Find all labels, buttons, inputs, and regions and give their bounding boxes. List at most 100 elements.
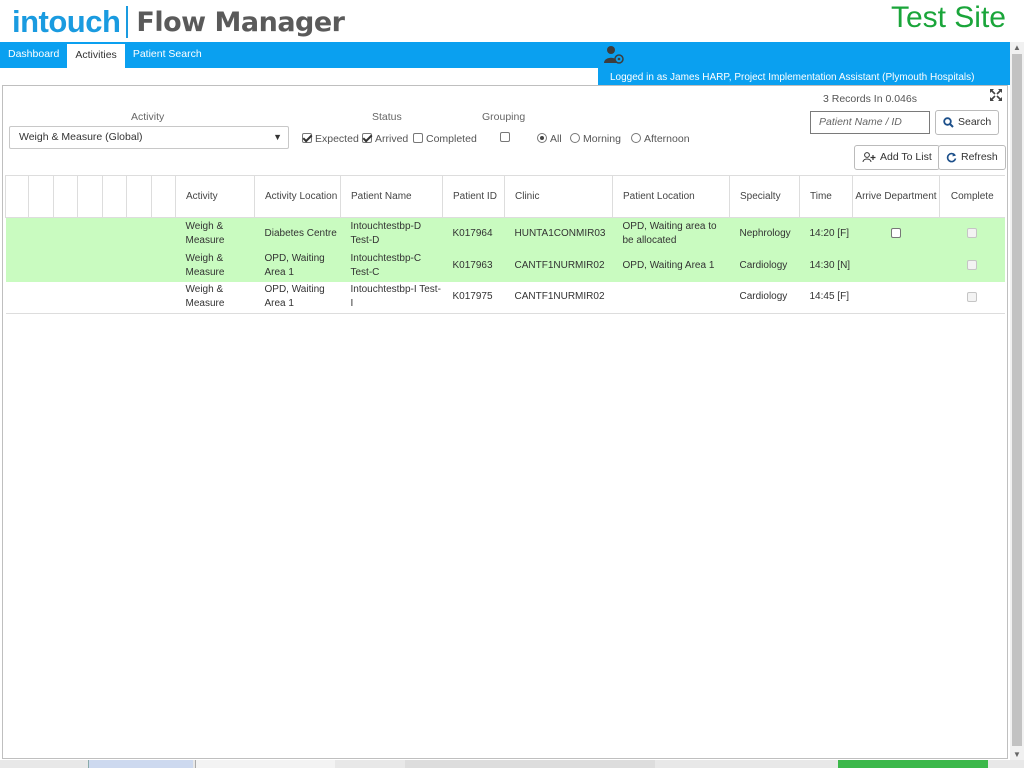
cell-patient-location: OPD, Waiting area to be allocated <box>612 217 730 250</box>
cell-arrive <box>852 281 940 314</box>
activity-label: Activity <box>131 111 165 123</box>
table-row[interactable]: Weigh & Measure OPD, Waiting Area 1 Into… <box>5 281 1005 314</box>
col-clinic[interactable]: Clinic <box>504 175 613 218</box>
col-patient-name[interactable]: Patient Name <box>340 175 443 218</box>
row-selector-cells <box>5 281 176 314</box>
status-label: Status <box>372 111 402 123</box>
patient-search-input[interactable]: Patient Name / ID <box>810 111 930 134</box>
search-icon <box>943 117 954 128</box>
complete-checkbox[interactable] <box>967 291 977 302</box>
status-completed-checkbox[interactable] <box>413 133 423 143</box>
selector-column <box>126 175 152 218</box>
cell-arrive <box>852 217 940 250</box>
activity-select[interactable]: Weigh & Measure (Global) ▼ <box>9 126 289 149</box>
status-expected-checkbox[interactable] <box>302 133 312 143</box>
complete-checkbox[interactable] <box>967 259 977 270</box>
cell-specialty: Cardiology <box>729 249 800 282</box>
grouping-all-radio[interactable] <box>537 133 547 143</box>
table-row[interactable]: Weigh & Measure Diabetes Centre Intoucht… <box>5 217 1005 250</box>
activities-panel: 3 Records In 0.046s Activity Weigh & Mea… <box>2 85 1008 759</box>
nav-tabs: Dashboard Activities Patient Search <box>0 42 210 68</box>
app-header: intouch Flow Manager Test Site <box>0 0 1010 42</box>
cell-complete <box>939 249 1005 282</box>
cell-patient-location <box>612 281 730 314</box>
scroll-up-arrow-icon[interactable]: ▲ <box>1013 43 1021 52</box>
logged-in-text: Logged in as James HARP, Project Impleme… <box>598 68 1010 85</box>
selector-column <box>102 175 127 218</box>
cell-clinic: CANTF1NURMIR02 <box>504 249 613 282</box>
user-settings-icon[interactable] <box>603 45 625 65</box>
cell-time: 14:30 [N] <box>799 249 853 282</box>
table-row[interactable]: Weigh & Measure OPD, Waiting Area 1 Into… <box>5 249 1005 282</box>
status-completed-label: Completed <box>426 133 477 145</box>
add-to-list-button[interactable]: Add To List <box>854 145 940 170</box>
cell-activity: Weigh & Measure <box>175 281 255 314</box>
cell-clinic: HUNTA1CONMIR03 <box>504 217 613 250</box>
chevron-down-icon: ▼ <box>273 132 282 142</box>
logo-divider <box>126 6 129 38</box>
underlying-banner <box>405 760 655 768</box>
add-to-list-label: Add To List <box>880 151 932 163</box>
underlying-window-strip <box>0 760 1024 768</box>
cell-patient-name: Intouchtestbp-I Test-I <box>340 281 443 314</box>
selector-column <box>151 175 176 218</box>
grouping-morning-label: Morning <box>583 133 621 145</box>
col-patient-id[interactable]: Patient ID <box>442 175 505 218</box>
scroll-down-arrow-icon[interactable]: ▼ <box>1013 750 1021 759</box>
col-patient-location[interactable]: Patient Location <box>612 175 730 218</box>
status-expected-label: Expected <box>315 133 359 145</box>
logo-flow-manager: Flow Manager <box>136 6 345 38</box>
search-button-label: Search <box>958 116 992 128</box>
cell-activity-location: OPD, Waiting Area 1 <box>254 281 341 314</box>
complete-checkbox[interactable] <box>967 228 977 239</box>
col-time[interactable]: Time <box>799 175 853 218</box>
grouping-checkbox[interactable] <box>500 132 510 142</box>
underlying-dropdown <box>195 760 335 768</box>
cell-patient-name: Intouchtestbp-D Test-D <box>340 217 443 250</box>
cell-complete <box>939 281 1005 314</box>
grouping-label: Grouping <box>482 111 526 123</box>
row-selector-cells <box>5 249 176 282</box>
cell-time: 14:45 [F] <box>799 281 853 314</box>
logo-intouch: intouch <box>12 4 121 39</box>
cell-patient-id: K017975 <box>442 281 505 314</box>
app-logo: intouch Flow Manager <box>12 4 345 40</box>
refresh-button[interactable]: Refresh <box>938 145 1006 170</box>
grid-header-row: Activity Activity Location Patient Name … <box>5 175 1005 218</box>
flow-manager-page: intouch Flow Manager Test Site Dashboard… <box>0 0 1024 768</box>
cell-time: 14:20 [F] <box>799 217 853 250</box>
add-user-icon <box>862 152 876 163</box>
cell-activity-location: Diabetes Centre <box>254 217 341 250</box>
col-specialty[interactable]: Specialty <box>729 175 800 218</box>
cell-clinic: CANTF1NURMIR02 <box>504 281 613 314</box>
grouping-afternoon-label: Afternoon <box>644 133 690 145</box>
vertical-scrollbar[interactable]: ▲ ▼ <box>1010 42 1024 760</box>
grouping-all-label: All <box>550 133 562 145</box>
col-activity[interactable]: Activity <box>175 175 255 218</box>
refresh-icon <box>946 152 957 163</box>
activity-select-value: Weigh & Measure (Global) <box>19 131 143 143</box>
scroll-thumb[interactable] <box>1012 54 1022 746</box>
site-label: Test Site <box>890 1 1006 34</box>
status-arrived-checkbox[interactable] <box>362 133 372 143</box>
refresh-label: Refresh <box>961 151 998 163</box>
tab-dashboard[interactable]: Dashboard <box>0 42 67 68</box>
tab-patient-search[interactable]: Patient Search <box>125 42 210 68</box>
cell-activity-location: OPD, Waiting Area 1 <box>254 249 341 282</box>
tab-activities[interactable]: Activities <box>67 42 125 68</box>
col-arrive-department[interactable]: Arrive Department <box>852 175 940 218</box>
underlying-green-button <box>838 760 988 768</box>
col-activity-location[interactable]: Activity Location <box>254 175 341 218</box>
col-complete[interactable]: Complete <box>939 175 1005 218</box>
arrive-department-checkbox[interactable] <box>891 228 901 239</box>
cell-arrive <box>852 249 940 282</box>
status-arrived-label: Arrived <box>375 133 409 145</box>
grouping-afternoon-radio[interactable] <box>631 133 641 143</box>
search-button[interactable]: Search <box>935 110 1000 135</box>
cell-activity: Weigh & Measure <box>175 249 255 282</box>
expand-icon[interactable] <box>989 88 1003 102</box>
selector-column <box>28 175 54 218</box>
grouping-morning-radio[interactable] <box>570 133 580 143</box>
cell-patient-id: K017964 <box>442 217 505 250</box>
main-navbar: Dashboard Activities Patient Search <box>0 42 1010 68</box>
